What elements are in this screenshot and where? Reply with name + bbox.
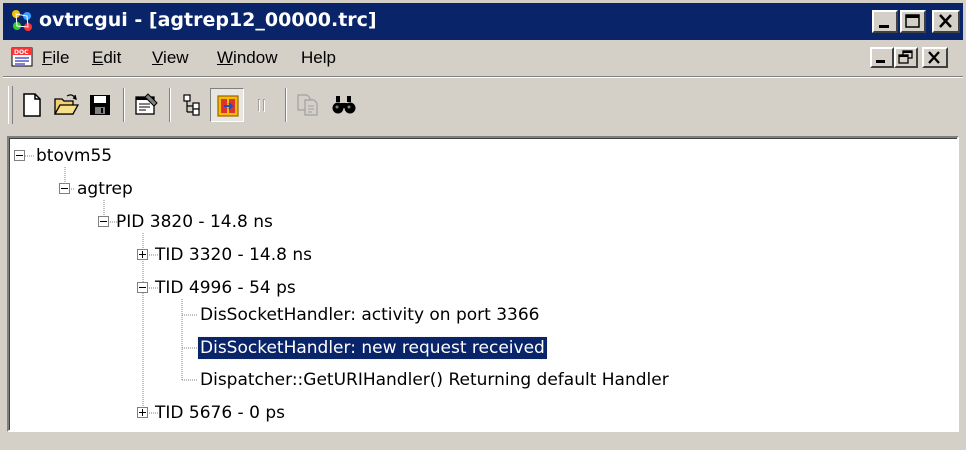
copy-button[interactable] — [291, 88, 325, 122]
menu-file-mnemonic: F — [42, 48, 53, 67]
tree-node-tid-4996[interactable]: TID 4996 - 54 ps — [153, 277, 298, 299]
collapse-btovm55-icon[interactable] — [14, 150, 25, 161]
toolbar-separator — [123, 88, 125, 122]
save-disk-icon — [90, 95, 110, 115]
expand-tid-5676-icon[interactable] — [137, 407, 148, 418]
tree-node-host[interactable]: btovm55 — [34, 145, 114, 167]
properties-button[interactable] — [129, 88, 163, 122]
menu-bar: DOC File Edit View Window Help — [3, 40, 963, 74]
collapse-agtrep-icon[interactable] — [59, 183, 70, 194]
menu-window-rest: indow — [233, 48, 278, 67]
mdi-restore-button[interactable] — [894, 47, 918, 68]
pause-icon — [258, 99, 265, 112]
toolbar-grip[interactable] — [8, 86, 13, 124]
collapse-pid-icon[interactable] — [98, 216, 109, 227]
toolbar-separator — [169, 88, 171, 122]
pause-button[interactable] — [245, 88, 279, 122]
doc-icon[interactable]: DOC — [10, 46, 34, 68]
tree-view-button[interactable] — [175, 88, 209, 122]
tree-view-icon — [183, 94, 200, 116]
copy-icon — [297, 94, 318, 116]
app-icon — [12, 10, 32, 31]
menu-help[interactable]: Help — [301, 48, 336, 68]
menu-view[interactable]: View — [152, 48, 189, 68]
open-button[interactable] — [49, 88, 83, 122]
menu-edit-mnemonic: E — [92, 48, 104, 67]
expand-tid-3320-icon[interactable] — [137, 249, 148, 260]
menu-file-rest: ile — [52, 48, 70, 67]
title-bar[interactable]: ovtrcgui - [agtrep12_00000.trc] — [3, 3, 963, 40]
tree-node-tid-3320[interactable]: TID 3320 - 14.8 ns — [153, 244, 314, 266]
mdi-minimize-button[interactable] — [870, 47, 894, 68]
tree-node-tid-5676[interactable]: TID 5676 - 0 ps — [153, 402, 287, 424]
find-button[interactable] — [327, 88, 361, 122]
new-button[interactable] — [15, 88, 49, 122]
close-button[interactable] — [932, 10, 960, 33]
svg-text:DOC: DOC — [14, 49, 29, 56]
toolbar-divider — [3, 76, 963, 78]
maximize-button[interactable] — [900, 10, 926, 33]
save-button[interactable] — [83, 88, 117, 122]
open-folder-icon — [53, 94, 79, 115]
trace-tree-view[interactable]: btovm55 agtrep PID 3820 - 14.8 ns TID 33… — [7, 136, 959, 432]
mdi-close-button[interactable] — [922, 47, 948, 68]
tree-node-agent[interactable]: agtrep — [75, 178, 135, 200]
menu-view-mnemonic: V — [152, 48, 164, 67]
filter-icon — [217, 95, 239, 117]
toolbar-separator — [285, 88, 287, 122]
collapse-tid-4996-icon[interactable] — [137, 282, 148, 293]
toolbar — [3, 80, 963, 132]
minimize-icon — [879, 25, 889, 28]
close-icon — [939, 14, 952, 28]
app-window: ovtrcgui - [agtrep12_00000.trc] DOC File… — [0, 0, 966, 450]
filter-button[interactable] — [210, 88, 244, 122]
menu-view-rest: iew — [163, 48, 189, 67]
restore-icon — [898, 50, 913, 64]
menu-window-mnemonic: W — [217, 48, 234, 67]
menu-window[interactable]: Window — [217, 48, 277, 68]
window-title: ovtrcgui - [agtrep12_00000.trc] — [39, 9, 377, 31]
menu-edit[interactable]: Edit — [92, 48, 121, 68]
properties-icon — [135, 93, 158, 115]
minimize-button[interactable] — [872, 10, 898, 33]
new-document-icon — [23, 93, 41, 117]
tree-node-trace-message[interactable]: Dispatcher::GetURIHandler() Returning de… — [198, 369, 671, 391]
find-binoculars-icon — [332, 96, 356, 114]
tree-node-trace-message-selected[interactable]: DisSocketHandler: new request received — [197, 336, 548, 360]
trace-tree-inner: btovm55 agtrep PID 3820 - 14.8 ns TID 33… — [9, 138, 957, 430]
menu-help-label: Help — [301, 48, 336, 67]
close-icon — [928, 51, 940, 64]
maximize-icon — [905, 14, 920, 28]
tree-node-pid[interactable]: PID 3820 - 14.8 ns — [114, 211, 275, 233]
menu-file[interactable]: File — [42, 48, 69, 68]
minimize-icon — [876, 60, 885, 63]
tree-node-trace-message[interactable]: DisSocketHandler: activity on port 3366 — [198, 304, 542, 326]
menu-edit-rest: dit — [103, 48, 122, 67]
